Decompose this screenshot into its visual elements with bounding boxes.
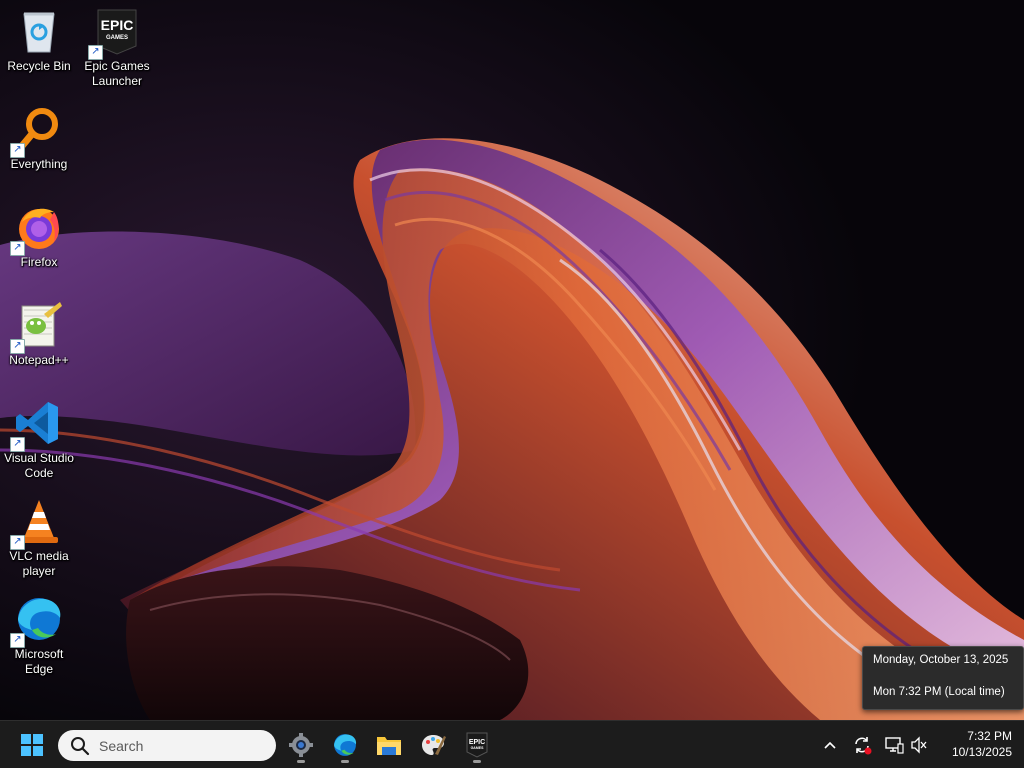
desktop-icon-epic-games[interactable]: EPIC GAMES ↗ Epic Games Launcher [78, 0, 156, 94]
tray-network[interactable] [881, 731, 907, 759]
tooltip-date: Monday, October 13, 2025 [873, 654, 1009, 666]
taskbar: Search EPIC GAMES 7:32 PM 10/13/2025 [0, 720, 1024, 768]
clock-tooltip: Monday, October 13, 2025 Mon 7:32 PM (Lo… [862, 646, 1024, 710]
taskbar-file-explorer[interactable] [369, 725, 409, 765]
paint-palette-icon [422, 735, 446, 755]
search-icon [71, 736, 90, 755]
tray-volume[interactable] [906, 731, 932, 759]
network-icon [885, 737, 904, 754]
desktop-icon-label: Epic Games Launcher [84, 59, 150, 88]
desktop-icon-label: Everything [10, 157, 68, 171]
tooltip-time: Mon 7:32 PM (Local time) [873, 686, 1005, 698]
clock-date: 10/13/2025 [951, 745, 1012, 759]
folder-icon [377, 737, 401, 755]
gear-icon [289, 733, 313, 757]
shortcut-arrow-icon: ↗ [10, 535, 25, 550]
shortcut-arrow-icon: ↗ [10, 143, 25, 158]
taskbar-clock[interactable]: 7:32 PM 10/13/2025 [934, 728, 1012, 760]
windows-logo-icon [21, 734, 43, 756]
desktop-icon-recycle-bin[interactable]: Recycle Bin [0, 0, 78, 94]
desktop-icon-label: Recycle Bin [7, 59, 71, 73]
notepad-plus-plus-icon: ↗ [10, 300, 64, 354]
start-button[interactable] [12, 725, 52, 765]
epic-logo-text: EPIC [469, 739, 485, 746]
desktop-icon-edge[interactable]: ↗ Microsoft Edge [0, 588, 78, 682]
volume-muted-icon [911, 736, 927, 754]
vlc-icon: ↗ [10, 496, 64, 550]
desktop-icon-label: Firefox [20, 255, 58, 269]
shortcut-arrow-icon: ↗ [10, 633, 25, 648]
desktop-icon-notepad-plus-plus[interactable]: ↗ Notepad++ [0, 294, 78, 388]
running-indicator [473, 760, 481, 763]
desktop-icon-grid: Recycle Bin EPIC GAMES ↗ Epic Games Laun… [0, 0, 170, 720]
shortcut-arrow-icon: ↗ [10, 339, 25, 354]
taskbar-paint[interactable] [413, 725, 453, 765]
desktop-icon-vlc[interactable]: ↗ VLC media player [0, 490, 78, 584]
desktop-icon-vscode[interactable]: ↗ Visual Studio Code [0, 392, 78, 486]
taskbar-search-box[interactable]: Search [58, 730, 276, 761]
desktop-icon-label: Visual Studio Code [4, 451, 74, 480]
show-hidden-icons-button[interactable] [817, 731, 843, 759]
taskbar-settings[interactable] [281, 725, 321, 765]
epic-logo-text: EPIC [101, 17, 134, 33]
running-indicator [297, 760, 305, 763]
shortcut-arrow-icon: ↗ [88, 45, 103, 60]
everything-search-icon: ↗ [10, 104, 64, 158]
chevron-up-icon [824, 741, 836, 749]
desktop-icon-label: Microsoft Edge [14, 647, 64, 676]
taskbar-epic-games[interactable]: EPIC GAMES [457, 725, 497, 765]
shortcut-arrow-icon: ↗ [10, 437, 25, 452]
desktop-icon-everything[interactable]: ↗ Everything [0, 98, 78, 192]
tray-sync-status[interactable] [849, 731, 875, 759]
search-placeholder: Search [99, 737, 144, 754]
taskbar-edge[interactable] [325, 725, 365, 765]
desktop-icon-firefox[interactable]: ↗ Firefox [0, 196, 78, 290]
epic-logo-subtext: GAMES [471, 746, 485, 750]
running-indicator [341, 760, 349, 763]
shortcut-arrow-icon: ↗ [10, 241, 25, 256]
clock-time: 7:32 PM [967, 729, 1012, 743]
sync-icon [855, 737, 872, 755]
desktop-icon-label: Notepad++ [9, 353, 69, 367]
recycle-bin-icon [14, 6, 64, 56]
epic-games-icon: EPIC GAMES ↗ [88, 6, 142, 60]
desktop-icon-label: VLC media player [9, 549, 69, 578]
edge-icon [334, 734, 357, 756]
firefox-icon: ↗ [10, 202, 64, 256]
edge-icon: ↗ [10, 594, 64, 648]
epic-logo-subtext: GAMES [106, 35, 128, 41]
vscode-icon: ↗ [10, 398, 64, 452]
epic-games-icon: EPIC GAMES [466, 732, 488, 758]
